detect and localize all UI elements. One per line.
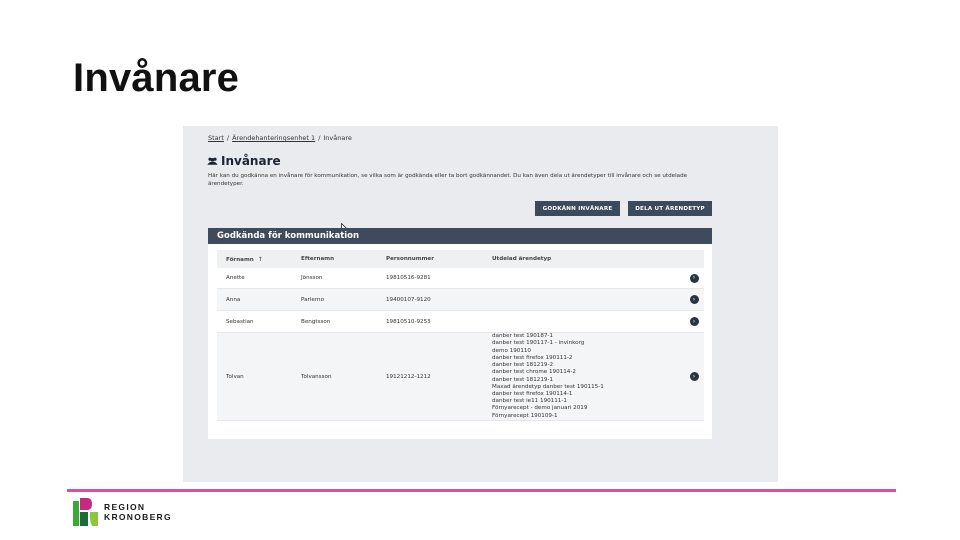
logo-line-region: REGION [104, 502, 146, 512]
approve-resident-button[interactable]: Godkänn invånare [535, 201, 620, 216]
cell-lastname: Jönsson [301, 275, 323, 281]
share-case-type-button[interactable]: Dela ut ärendetyp [628, 201, 712, 216]
cell-personnummer: 19400107-9120 [386, 296, 431, 303]
casetype-item: danber test ie11 190111-1 [492, 398, 567, 405]
chevron-right-icon[interactable]: › [689, 317, 699, 326]
breadcrumb: Start / Ärendehanteringsenhet 1/Invånare [208, 134, 352, 142]
cell-firstname: Anna [226, 296, 241, 303]
cell-personnummer: 19810510-9253 [386, 318, 431, 325]
table-row[interactable]: Anna Parlerno 19400107-9120 › [217, 289, 704, 311]
breadcrumb-start[interactable]: Start [208, 134, 224, 142]
cell-firstname: Sebastian [226, 318, 254, 325]
users-icon [207, 157, 218, 165]
table-row[interactable]: Tolvan Tolvansson 19121212-1212 danber t… [217, 333, 704, 421]
slide-title: Invånare [73, 56, 240, 100]
region-kronoberg-logo: REGION KRONOBERG [73, 498, 172, 526]
column-header-personnummer[interactable]: Personnummer [386, 256, 492, 262]
cell-firstname: Tolvan [226, 373, 244, 380]
casetype-item: danber test 190187-1 [492, 333, 554, 340]
region-kronoberg-logo-icon [73, 498, 98, 526]
chevron-right-icon[interactable]: › [689, 273, 699, 283]
table-row[interactable]: Sebastian Bengtsson 19810510-9253 › [217, 311, 704, 333]
panel-header: Godkända för kommunikation [208, 228, 712, 244]
casetype-item: danber test 181219-2 [492, 362, 554, 369]
logo-line-kronoberg: KRONOBERG [104, 512, 172, 522]
casetype-item: danber test firefox 190114-1 [492, 390, 573, 397]
table-header: Förnamn ↑ Efternamn Personnummer Utdelad … [217, 250, 704, 268]
casetype-item: Maxad ärendetyp danber test 190115-1 [492, 383, 604, 390]
casetype-item: Förnyarecept - demo januari 2019 [492, 405, 588, 412]
logo-text: REGION KRONOBERG [104, 502, 172, 522]
cell-personnummer: 19810516-9281 [386, 275, 431, 281]
breadcrumb-separator: / [226, 134, 230, 142]
casetype-item: demo 190110 [492, 347, 531, 354]
page-description: Här kan du godkänna en invånare för komm… [208, 173, 688, 187]
app-screenshot: Start / Ärendehanteringsenhet 1/Invånare I… [183, 126, 778, 482]
chevron-right-icon[interactable]: › [689, 295, 699, 304]
casetype-item: danber test 181219-1 [492, 376, 554, 383]
casetype-item: danber test 190117-1 - invinkorg [492, 340, 585, 347]
page-heading-text: Invånare [221, 154, 281, 168]
column-header-casetype[interactable]: Utdelad ärendetyp [492, 256, 684, 262]
table-row[interactable]: Anette Jönsson 19810516-9281 › [217, 268, 704, 289]
column-header-firstname[interactable]: Förnamn ↑ [217, 256, 301, 263]
page-heading: Invånare [207, 154, 281, 168]
breadcrumb-unit[interactable]: Ärendehanteringsenhet 1 [232, 134, 315, 142]
casetype-item: Förnyarecept 190109-1 [492, 412, 558, 419]
casetype-item: danber test chrome 190114-2 [492, 369, 576, 376]
cell-personnummer: 19121212-1212 [386, 373, 431, 380]
casetype-item: danber test firefox 190111-2 [492, 354, 573, 361]
column-header-lastname[interactable]: Efternamn [301, 256, 386, 262]
cell-lastname: Bengtsson [301, 318, 331, 325]
sort-ascending-icon: ↑ [257, 255, 263, 263]
chevron-right-icon[interactable]: › [689, 372, 699, 381]
residents-table: Förnamn ↑ Efternamn Personnummer Utdelad … [217, 250, 704, 421]
panel-body: Förnamn ↑ Efternamn Personnummer Utdelad … [208, 244, 712, 439]
cell-casetypes: danber test 190187-1 danber test 190117-… [492, 333, 684, 419]
cell-lastname: Tolvansson [301, 373, 332, 380]
breadcrumb-separator: / [318, 134, 321, 142]
cell-lastname: Parlerno [301, 296, 325, 303]
cell-firstname: Anette [226, 275, 245, 281]
breadcrumb-current: Invånare [323, 134, 352, 142]
footer-divider [67, 489, 896, 492]
